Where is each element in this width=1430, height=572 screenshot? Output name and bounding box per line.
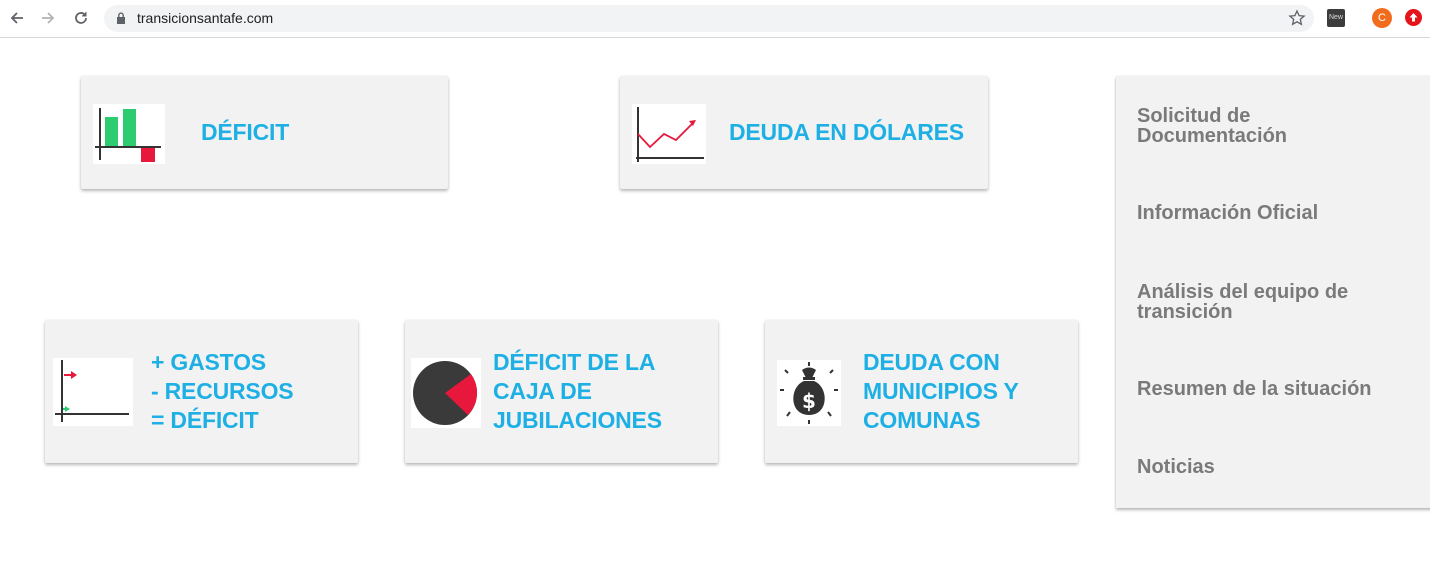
side-menu-item-label: Resumen de la situación [1137,378,1372,400]
card-deficit[interactable]: DÉFICIT [81,76,448,189]
card-gastos-title: + GASTOS - RECURSOS = DÉFICIT [151,348,294,435]
back-arrow-icon [10,12,23,24]
lock-icon [117,12,125,24]
bookmark-star-icon[interactable] [1288,9,1306,27]
card-jubilaciones-line2: CAJA DE [493,378,592,404]
card-jubilaciones-title: DÉFICIT DE LA CAJA DE JUBILACIONES [493,348,662,435]
forward-arrow-icon [42,12,55,24]
side-menu-item-label: Solicitud de [1137,105,1251,127]
side-menu-item-label: Análisis del equipo de [1137,281,1349,303]
card-jubilaciones-line1: DÉFICIT DE LA [493,349,656,375]
side-menu-item-solicitud[interactable]: Solicitud de Documentación [1137,106,1417,146]
side-menu-item-label: Noticias [1137,456,1215,478]
axis-arrows-icon [53,358,133,426]
extension-upload-icon[interactable] [1405,9,1422,26]
side-menu-item-label: Documentación [1137,125,1288,147]
extension-c-icon[interactable]: C [1372,8,1392,28]
money-bag-icon: $ [777,360,841,426]
extension-new-icon[interactable]: New [1327,9,1345,27]
card-gastos-line2: - RECURSOS [151,378,294,404]
card-gastos-recursos[interactable]: + GASTOS - RECURSOS = DÉFICIT [45,320,358,463]
side-menu-item-informacion[interactable]: Información Oficial [1137,203,1417,223]
pie-chart-icon [411,358,481,428]
svg-text:$: $ [802,389,816,413]
side-menu-item-resumen[interactable]: Resumen de la situación [1137,379,1417,399]
card-municipios-title: DEUDA CON MUNICIPIOS Y COMUNAS [863,348,1019,435]
back-button[interactable] [6,7,28,29]
card-gastos-line3: = DÉFICIT [151,407,259,433]
line-chart-up-icon [632,104,706,164]
card-municipios-line1: DEUDA CON [863,349,1000,375]
url-text: transicionsantafe.com [137,10,274,26]
side-menu-item-label: Información Oficial [1137,202,1319,224]
card-municipios-line3: COMUNAS [863,407,981,433]
reload-button[interactable] [70,7,92,29]
card-jubilaciones-line3: JUBILACIONES [493,407,662,433]
card-gastos-line1: + GASTOS [151,349,266,375]
card-deficit-title: DÉFICIT [201,119,290,145]
side-menu-item-label: transición [1137,301,1233,323]
forward-button[interactable] [37,7,59,29]
side-menu: Solicitud de Documentación Información O… [1116,76,1430,508]
address-bar[interactable]: transicionsantafe.com [104,5,1314,32]
card-caja-jubilaciones[interactable]: DÉFICIT DE LA CAJA DE JUBILACIONES [405,320,718,463]
card-municipios-comunas[interactable]: $ DEUDA CON MUNICIPIOS Y COMUNAS [765,320,1078,463]
reload-icon [75,12,87,24]
card-municipios-line2: MUNICIPIOS Y [863,378,1019,404]
browser-toolbar: transicionsantafe.com New C [0,0,1430,38]
side-menu-item-noticias[interactable]: Noticias [1137,457,1417,477]
side-menu-item-analisis[interactable]: Análisis del equipo de transición [1137,282,1417,322]
card-deuda-dolares-title: DEUDA EN DÓLARES [729,119,964,145]
bar-chart-icon [93,104,165,164]
card-deuda-dolares[interactable]: DEUDA EN DÓLARES [620,76,988,189]
